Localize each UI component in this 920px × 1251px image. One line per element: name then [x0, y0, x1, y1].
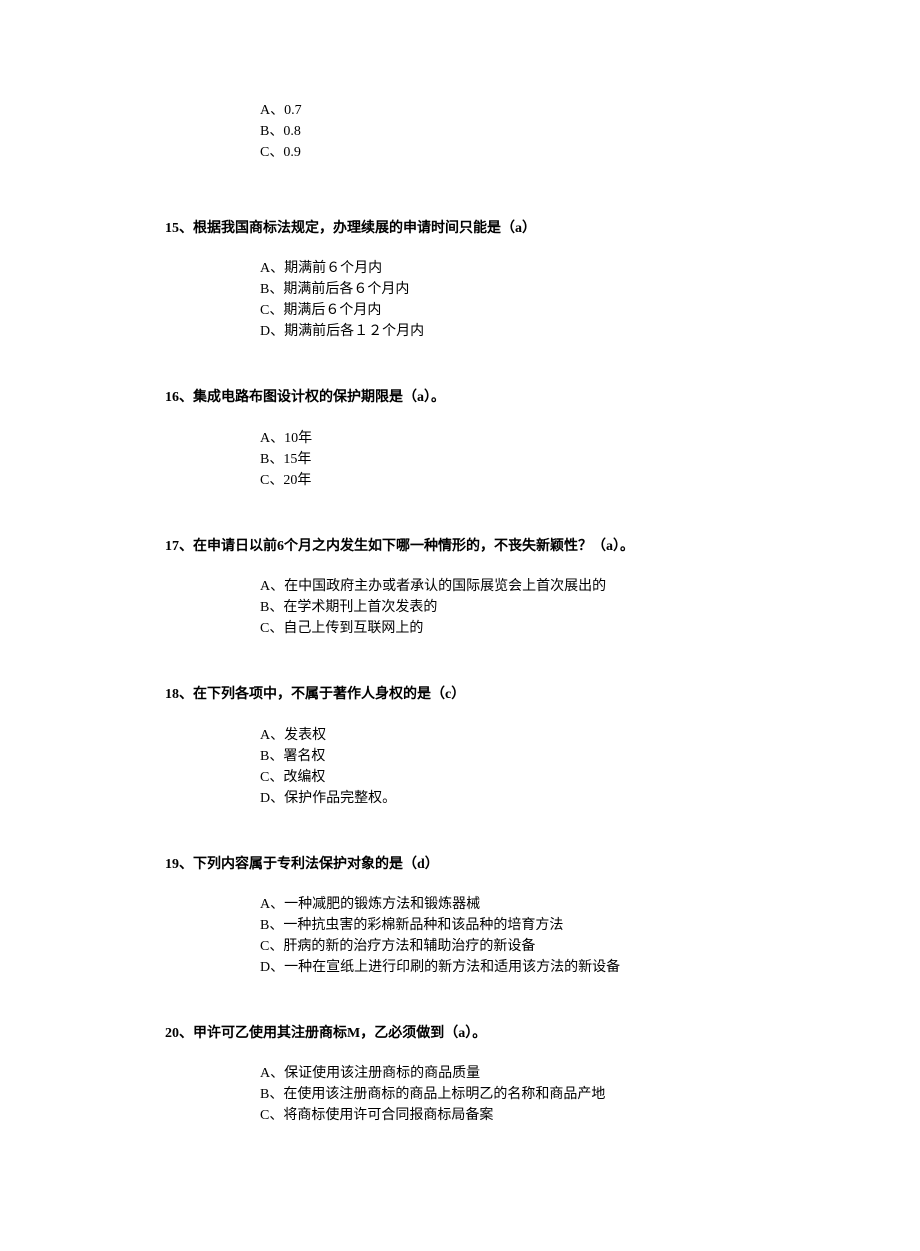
option: C、肝病的新的治疗方法和辅助治疗的新设备 — [260, 936, 755, 957]
option: A、保证使用该注册商标的商品质量 — [260, 1063, 755, 1084]
options-list: A、保证使用该注册商标的商品质量B、在使用该注册商标的商品上标明乙的名称和商品产… — [165, 1063, 755, 1126]
option: B、一种抗虫害的彩棉新品种和该品种的培育方法 — [260, 915, 755, 936]
option: B、15年 — [260, 449, 755, 470]
question-block: 15、根据我国商标法规定，办理续展的申请时间只能是（a） A、期满前６个月内B、期… — [165, 218, 755, 342]
option: B、0.8 — [260, 121, 755, 142]
option: C、0.9 — [260, 142, 755, 163]
orphan-options-block: A、0.7 B、0.8 C、0.9 — [165, 100, 755, 163]
option: C、期满后６个月内 — [260, 300, 755, 321]
option: C、改编权 — [260, 767, 755, 788]
question-block: 18、在下列各项中，不属于著作人身权的是（c） A、发表权B、署名权C、改编权D、… — [165, 684, 755, 808]
options-list: A、发表权B、署名权C、改编权D、保护作品完整权。 — [165, 725, 755, 809]
question-text: 17、在申请日以前6个月之内发生如下哪一种情形的，不丧失新颖性？（a）。 — [165, 536, 755, 558]
question-text: 15、根据我国商标法规定，办理续展的申请时间只能是（a） — [165, 218, 755, 240]
question-text: 18、在下列各项中，不属于著作人身权的是（c） — [165, 684, 755, 706]
option: C、将商标使用许可合同报商标局备案 — [260, 1105, 755, 1126]
option: B、期满前后各６个月内 — [260, 279, 755, 300]
option: A、期满前６个月内 — [260, 258, 755, 279]
options-list: A、一种减肥的锻炼方法和锻炼器械B、一种抗虫害的彩棉新品种和该品种的培育方法C、… — [165, 894, 755, 978]
option: D、保护作品完整权。 — [260, 788, 755, 809]
option: D、一种在宣纸上进行印刷的新方法和适用该方法的新设备 — [260, 957, 755, 978]
option: C、自己上传到互联网上的 — [260, 618, 755, 639]
option: A、10年 — [260, 428, 755, 449]
questions-container: 15、根据我国商标法规定，办理续展的申请时间只能是（a） A、期满前６个月内B、期… — [165, 218, 755, 1126]
option: B、署名权 — [260, 746, 755, 767]
option: A、发表权 — [260, 725, 755, 746]
option: A、在中国政府主办或者承认的国际展览会上首次展出的 — [260, 576, 755, 597]
options-list: A、期满前６个月内B、期满前后各６个月内C、期满后６个月内D、期满前后各１２个月… — [165, 258, 755, 342]
option: A、0.7 — [260, 100, 755, 121]
options-list: A、在中国政府主办或者承认的国际展览会上首次展出的B、在学术期刊上首次发表的C、… — [165, 576, 755, 639]
options-list: A、10年B、15年C、20年 — [165, 428, 755, 491]
option: B、在使用该注册商标的商品上标明乙的名称和商品产地 — [260, 1084, 755, 1105]
option: B、在学术期刊上首次发表的 — [260, 597, 755, 618]
question-block: 17、在申请日以前6个月之内发生如下哪一种情形的，不丧失新颖性？（a）。 A、在中… — [165, 536, 755, 639]
question-block: 16、集成电路布图设计权的保护期限是（a）。 A、10年B、15年C、20年 — [165, 387, 755, 490]
question-text: 19、下列内容属于专利法保护对象的是（d） — [165, 854, 755, 876]
question-block: 19、下列内容属于专利法保护对象的是（d） A、一种减肥的锻炼方法和锻炼器械B、一… — [165, 854, 755, 978]
option: D、期满前后各１２个月内 — [260, 321, 755, 342]
option: C、20年 — [260, 470, 755, 491]
option: A、一种减肥的锻炼方法和锻炼器械 — [260, 894, 755, 915]
question-text: 16、集成电路布图设计权的保护期限是（a）。 — [165, 387, 755, 409]
question-text: 20、甲许可乙使用其注册商标M，乙必须做到（a）。 — [165, 1023, 755, 1045]
question-block: 20、甲许可乙使用其注册商标M，乙必须做到（a）。 A、保证使用该注册商标的商品质… — [165, 1023, 755, 1126]
